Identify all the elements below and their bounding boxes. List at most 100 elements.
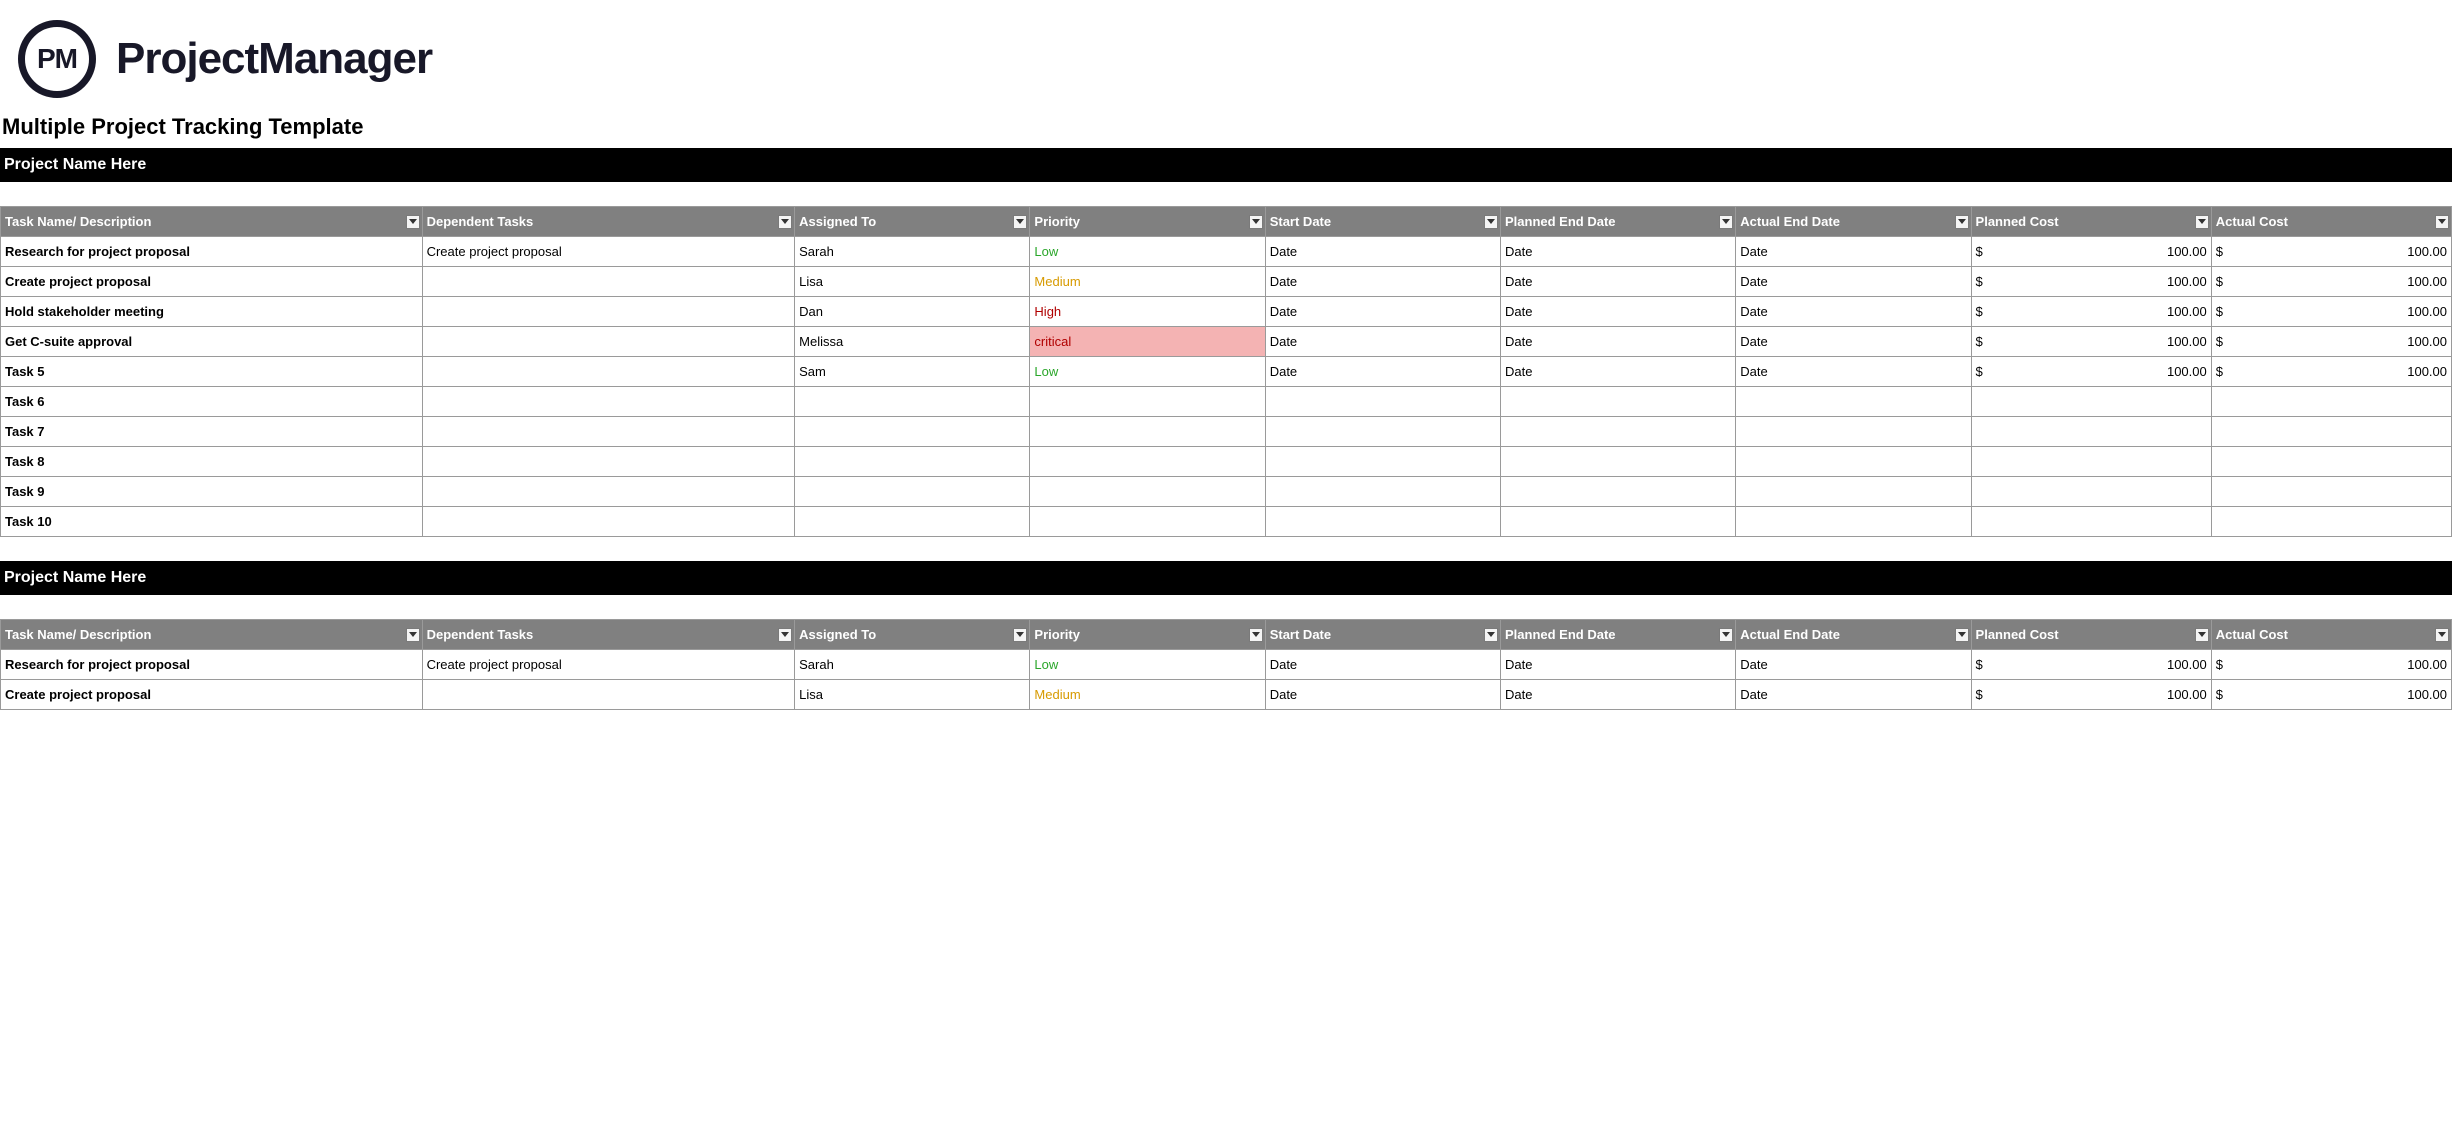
- cell-actual_end[interactable]: [1736, 417, 1971, 447]
- cell-task[interactable]: Task 5: [1, 357, 423, 387]
- filter-dropdown-icon[interactable]: [1719, 628, 1733, 642]
- filter-dropdown-icon[interactable]: [1249, 215, 1263, 229]
- column-header-assigned[interactable]: Assigned To: [795, 207, 1030, 237]
- cell-start[interactable]: [1265, 507, 1500, 537]
- cell-assigned[interactable]: Sarah: [795, 237, 1030, 267]
- cell-dependent[interactable]: [422, 357, 795, 387]
- cell-actual_cost[interactable]: $100.00: [2211, 297, 2451, 327]
- column-header-planned_end[interactable]: Planned End Date: [1500, 207, 1735, 237]
- cell-actual_end[interactable]: Date: [1736, 267, 1971, 297]
- filter-dropdown-icon[interactable]: [778, 628, 792, 642]
- column-header-start[interactable]: Start Date: [1265, 620, 1500, 650]
- cell-task[interactable]: Task 6: [1, 387, 423, 417]
- cell-start[interactable]: Date: [1265, 357, 1500, 387]
- column-header-dependent[interactable]: Dependent Tasks: [422, 620, 795, 650]
- cell-start[interactable]: Date: [1265, 327, 1500, 357]
- cell-task[interactable]: Task 9: [1, 477, 423, 507]
- cell-start[interactable]: [1265, 477, 1500, 507]
- cell-actual_end[interactable]: Date: [1736, 357, 1971, 387]
- cell-dependent[interactable]: [422, 507, 795, 537]
- cell-task[interactable]: Task 7: [1, 417, 423, 447]
- cell-start[interactable]: [1265, 387, 1500, 417]
- column-header-assigned[interactable]: Assigned To: [795, 620, 1030, 650]
- cell-dependent[interactable]: Create project proposal: [422, 650, 795, 680]
- cell-planned_end[interactable]: Date: [1500, 680, 1735, 710]
- cell-assigned[interactable]: [795, 507, 1030, 537]
- cell-priority[interactable]: Low: [1030, 357, 1265, 387]
- cell-priority[interactable]: [1030, 477, 1265, 507]
- cell-dependent[interactable]: [422, 387, 795, 417]
- cell-planned_end[interactable]: Date: [1500, 297, 1735, 327]
- cell-dependent[interactable]: Create project proposal: [422, 237, 795, 267]
- cell-priority[interactable]: [1030, 417, 1265, 447]
- filter-dropdown-icon[interactable]: [1955, 215, 1969, 229]
- cell-dependent[interactable]: [422, 680, 795, 710]
- cell-actual_cost[interactable]: $100.00: [2211, 357, 2451, 387]
- cell-priority[interactable]: Medium: [1030, 267, 1265, 297]
- cell-planned_end[interactable]: Date: [1500, 327, 1735, 357]
- filter-dropdown-icon[interactable]: [1013, 628, 1027, 642]
- cell-start[interactable]: Date: [1265, 297, 1500, 327]
- column-header-planned_cost[interactable]: Planned Cost: [1971, 620, 2211, 650]
- cell-priority[interactable]: [1030, 507, 1265, 537]
- cell-planned_end[interactable]: [1500, 387, 1735, 417]
- cell-actual_cost[interactable]: $100.00: [2211, 237, 2451, 267]
- cell-start[interactable]: Date: [1265, 267, 1500, 297]
- cell-actual_end[interactable]: Date: [1736, 237, 1971, 267]
- cell-planned_cost[interactable]: $100.00: [1971, 267, 2211, 297]
- cell-task[interactable]: Create project proposal: [1, 680, 423, 710]
- column-header-actual_cost[interactable]: Actual Cost: [2211, 620, 2451, 650]
- cell-planned_cost[interactable]: $100.00: [1971, 650, 2211, 680]
- cell-dependent[interactable]: [422, 327, 795, 357]
- cell-actual_end[interactable]: [1736, 447, 1971, 477]
- cell-priority[interactable]: Medium: [1030, 680, 1265, 710]
- cell-planned_cost[interactable]: [1971, 417, 2211, 447]
- cell-priority[interactable]: Low: [1030, 650, 1265, 680]
- cell-assigned[interactable]: [795, 477, 1030, 507]
- cell-planned_end[interactable]: [1500, 507, 1735, 537]
- column-header-planned_cost[interactable]: Planned Cost: [1971, 207, 2211, 237]
- cell-priority[interactable]: [1030, 447, 1265, 477]
- cell-actual_cost[interactable]: $100.00: [2211, 327, 2451, 357]
- column-header-actual_cost[interactable]: Actual Cost: [2211, 207, 2451, 237]
- filter-dropdown-icon[interactable]: [1719, 215, 1733, 229]
- cell-actual_end[interactable]: [1736, 477, 1971, 507]
- column-header-task[interactable]: Task Name/ Description: [1, 207, 423, 237]
- column-header-actual_end[interactable]: Actual End Date: [1736, 620, 1971, 650]
- cell-assigned[interactable]: Sarah: [795, 650, 1030, 680]
- cell-task[interactable]: Create project proposal: [1, 267, 423, 297]
- column-header-planned_end[interactable]: Planned End Date: [1500, 620, 1735, 650]
- cell-actual_end[interactable]: [1736, 507, 1971, 537]
- cell-actual_end[interactable]: Date: [1736, 650, 1971, 680]
- column-header-task[interactable]: Task Name/ Description: [1, 620, 423, 650]
- cell-actual_cost[interactable]: [2211, 477, 2451, 507]
- cell-planned_cost[interactable]: $100.00: [1971, 680, 2211, 710]
- column-header-start[interactable]: Start Date: [1265, 207, 1500, 237]
- cell-planned_end[interactable]: Date: [1500, 237, 1735, 267]
- filter-dropdown-icon[interactable]: [2435, 215, 2449, 229]
- cell-start[interactable]: [1265, 417, 1500, 447]
- cell-task[interactable]: Research for project proposal: [1, 650, 423, 680]
- column-header-priority[interactable]: Priority: [1030, 620, 1265, 650]
- cell-actual_cost[interactable]: [2211, 387, 2451, 417]
- cell-planned_end[interactable]: [1500, 447, 1735, 477]
- cell-actual_cost[interactable]: [2211, 507, 2451, 537]
- cell-start[interactable]: [1265, 447, 1500, 477]
- cell-assigned[interactable]: Lisa: [795, 680, 1030, 710]
- cell-planned_cost[interactable]: $100.00: [1971, 327, 2211, 357]
- cell-actual_cost[interactable]: $100.00: [2211, 267, 2451, 297]
- cell-actual_cost[interactable]: [2211, 447, 2451, 477]
- cell-priority[interactable]: High: [1030, 297, 1265, 327]
- cell-dependent[interactable]: [422, 447, 795, 477]
- cell-planned_cost[interactable]: [1971, 507, 2211, 537]
- column-header-dependent[interactable]: Dependent Tasks: [422, 207, 795, 237]
- filter-dropdown-icon[interactable]: [2195, 215, 2209, 229]
- cell-dependent[interactable]: [422, 297, 795, 327]
- filter-dropdown-icon[interactable]: [2435, 628, 2449, 642]
- cell-assigned[interactable]: Melissa: [795, 327, 1030, 357]
- cell-planned_cost[interactable]: $100.00: [1971, 297, 2211, 327]
- filter-dropdown-icon[interactable]: [1484, 628, 1498, 642]
- cell-actual_end[interactable]: Date: [1736, 680, 1971, 710]
- cell-actual_end[interactable]: [1736, 387, 1971, 417]
- cell-planned_cost[interactable]: $100.00: [1971, 357, 2211, 387]
